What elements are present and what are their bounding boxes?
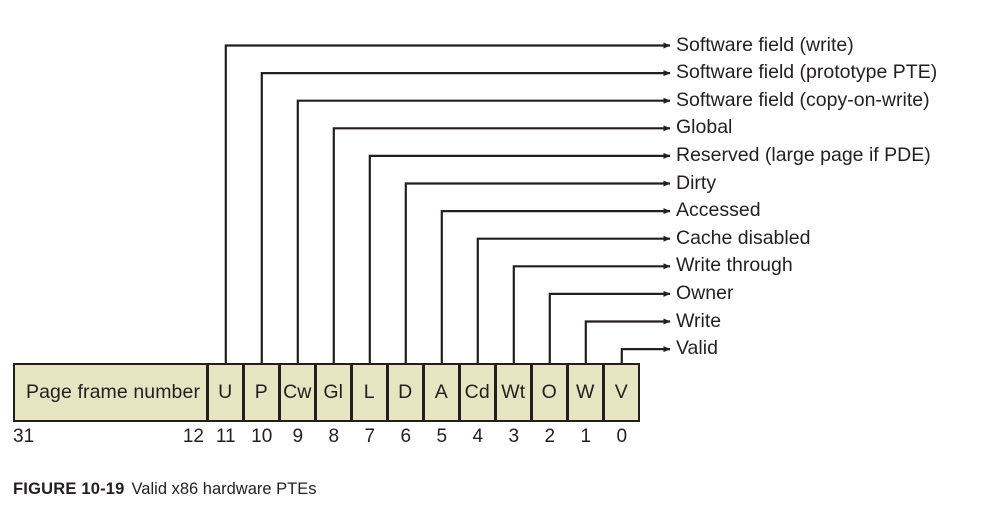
figure-valid-x86-hardware-ptes: Page frame number U P Cw Gl L D A Cd Wt O W V 31 12… [0, 0, 1004, 528]
pte-cell-label: P [254, 380, 268, 403]
caption-text: Valid x86 hardware PTEs [131, 480, 317, 498]
pte-cell-v: V [604, 365, 638, 420]
field-label-o: Owner [676, 281, 734, 304]
pte-cell-label: D [398, 380, 413, 403]
pte-cell-label: U [218, 380, 233, 403]
field-label-wt: Write through [676, 254, 793, 277]
leader-paths [224, 42, 671, 363]
pte-cell-label: Gl [323, 380, 344, 403]
pte-cell-label: Cd [464, 380, 490, 403]
pte-cell-u: U [208, 365, 242, 420]
leader-line-v [620, 346, 671, 363]
pte-cell-wt: Wt [496, 365, 530, 420]
field-label-cd: Cache disabled [676, 226, 811, 249]
bit-number-0: 0 [616, 426, 628, 447]
bit-number-7: 7 [364, 426, 376, 447]
bit-number-9: 9 [292, 426, 304, 447]
pte-cell-label: Wt [501, 380, 526, 403]
pte-cell-label: V [614, 380, 628, 403]
pte-cell-cw: Cw [280, 365, 314, 420]
leader-line-l [368, 152, 671, 363]
bit-number-31: 31 [13, 426, 35, 447]
pte-cell-w: W [568, 365, 602, 420]
bit-number-4: 4 [472, 426, 484, 447]
pte-cell-label: L [363, 380, 375, 403]
field-label-d: Dirty [676, 171, 717, 194]
pte-cell-p: P [244, 365, 278, 420]
pte-bit-box: Page frame number U P Cw Gl L D A Cd Wt O W V [13, 363, 640, 422]
leader-line-gl [332, 125, 671, 363]
bit-number-3: 3 [508, 426, 520, 447]
pte-cell-l: L [352, 365, 386, 420]
pte-cell-o: O [532, 365, 566, 420]
leader-line-u [224, 42, 671, 363]
field-label-w: Write [676, 309, 722, 332]
pte-cell-label: Cw [283, 380, 312, 403]
bit-number-8: 8 [328, 426, 340, 447]
pte-cell-label: A [434, 380, 448, 403]
field-label-u: Software field (write) [676, 33, 854, 56]
pte-cell-a: A [424, 365, 458, 420]
field-label-gl: Global [676, 116, 733, 139]
bit-number-11: 11 [215, 426, 236, 447]
leader-line-cw [296, 97, 671, 363]
leader-line-o [548, 290, 671, 363]
pte-cell-label: Page frame number [26, 380, 201, 403]
field-label-a: Accessed [676, 199, 761, 222]
leader-line-a [440, 208, 671, 363]
figure-caption: FIGURE 10-19 Valid x86 hardware PTEs [13, 480, 316, 500]
bit-number-2: 2 [544, 426, 556, 447]
field-label-v: Valid [676, 337, 718, 360]
pte-cell-label: W [575, 380, 595, 403]
bit-number-12: 12 [182, 426, 204, 447]
pte-cell-gl: Gl [316, 365, 350, 420]
pte-cell-cd: Cd [460, 365, 494, 420]
pte-cell-page-frame-number: Page frame number [15, 365, 206, 420]
bit-number-1: 1 [580, 426, 592, 447]
leader-line-cd [476, 235, 671, 363]
field-label-l: Reserved (large page if PDE) [676, 143, 931, 166]
bit-number-5: 5 [436, 426, 448, 447]
pte-cell-label: O [541, 380, 557, 403]
leader-line-p [260, 70, 671, 363]
field-label-p: Software field (prototype PTE) [676, 61, 938, 84]
pte-cell-d: D [388, 365, 422, 420]
field-label-cw: Software field (copy-on-write) [676, 88, 930, 111]
leader-line-wt [512, 263, 671, 363]
caption-number: FIGURE 10-19 [13, 480, 125, 498]
bit-number-10: 10 [251, 426, 273, 447]
leader-line-d [404, 180, 671, 363]
leader-line-w [584, 318, 671, 363]
bit-number-6: 6 [400, 426, 412, 447]
